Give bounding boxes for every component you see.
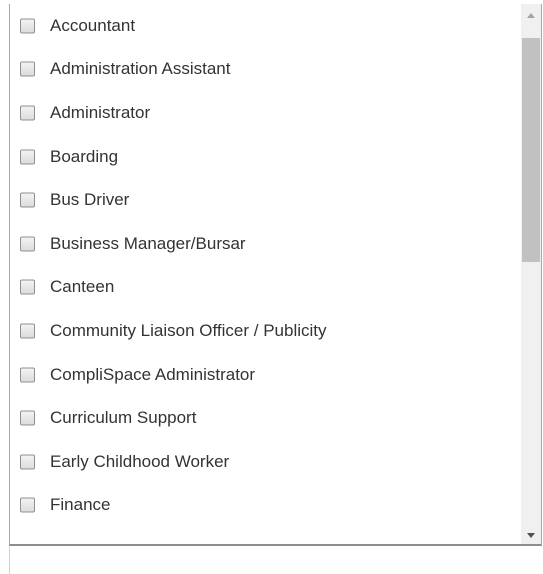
role-checkbox-list[interactable]: Accountant Administration Assistant Admi… bbox=[9, 4, 542, 546]
list-item[interactable]: Bus Driver bbox=[10, 178, 520, 222]
role-items: Accountant Administration Assistant Admi… bbox=[10, 4, 520, 527]
list-item[interactable]: Early Childhood Worker bbox=[10, 440, 520, 484]
role-label: Accountant bbox=[50, 15, 136, 35]
role-checkbox-complispace-administrator[interactable] bbox=[20, 367, 35, 383]
scroll-thumb[interactable] bbox=[522, 38, 540, 262]
role-label: Boarding bbox=[50, 146, 119, 166]
page: Accountant Administration Assistant Admi… bbox=[0, 0, 543, 574]
list-item[interactable]: Finance bbox=[10, 484, 520, 528]
list-item[interactable]: Curriculum Support bbox=[10, 396, 520, 440]
role-checkbox-curriculum-support[interactable] bbox=[20, 410, 35, 426]
role-label: Bus Driver bbox=[50, 190, 130, 210]
role-label: Finance bbox=[50, 495, 111, 515]
list-item[interactable]: Boarding bbox=[10, 135, 520, 179]
list-item[interactable]: Canteen bbox=[10, 266, 520, 310]
role-label: Community Liaison Officer / Publicity bbox=[50, 320, 327, 340]
role-checkbox-administration-assistant[interactable] bbox=[20, 61, 35, 77]
role-label: Curriculum Support bbox=[50, 408, 197, 428]
role-checkbox-community-liaison[interactable] bbox=[20, 323, 35, 339]
role-label: Administration Assistant bbox=[50, 59, 231, 79]
triangle-down-icon bbox=[527, 532, 535, 538]
role-checkbox-administrator[interactable] bbox=[20, 105, 35, 121]
role-checkbox-early-childhood-worker[interactable] bbox=[20, 454, 35, 470]
vertical-scrollbar[interactable] bbox=[521, 4, 541, 544]
role-label: Canteen bbox=[50, 277, 115, 297]
role-checkbox-boarding[interactable] bbox=[20, 149, 35, 165]
list-item[interactable]: Accountant bbox=[10, 4, 520, 48]
role-label: Administrator bbox=[50, 102, 151, 122]
role-checkbox-business-manager[interactable] bbox=[20, 236, 35, 252]
list-item[interactable]: Administrator bbox=[10, 91, 520, 135]
role-checkbox-finance[interactable] bbox=[20, 497, 35, 513]
list-item[interactable]: Business Manager/Bursar bbox=[10, 222, 520, 266]
role-label: Early Childhood Worker bbox=[50, 451, 230, 471]
list-item[interactable]: Administration Assistant bbox=[10, 48, 520, 92]
list-item[interactable]: Community Liaison Officer / Publicity bbox=[10, 309, 520, 353]
list-item[interactable]: CompliSpace Administrator bbox=[10, 353, 520, 397]
triangle-up-icon bbox=[527, 12, 535, 18]
role-checkbox-accountant[interactable] bbox=[20, 18, 35, 34]
next-field-area bbox=[9, 547, 543, 574]
role-checkbox-canteen[interactable] bbox=[20, 279, 35, 295]
role-label: Business Manager/Bursar bbox=[50, 233, 246, 253]
role-label: CompliSpace Administrator bbox=[50, 364, 256, 384]
scroll-down-button[interactable] bbox=[521, 526, 541, 544]
scroll-up-button[interactable] bbox=[521, 6, 541, 24]
role-checkbox-bus-driver[interactable] bbox=[20, 192, 35, 208]
